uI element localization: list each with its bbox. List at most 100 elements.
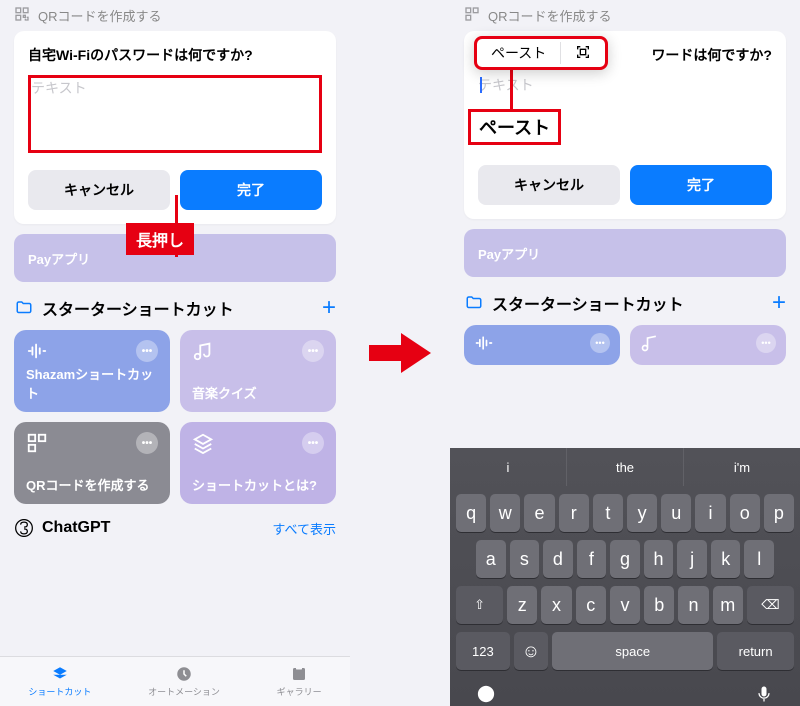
key-w[interactable]: w [490,494,520,532]
key-y[interactable]: y [627,494,657,532]
tab-gallery[interactable]: ギャラリー [277,665,322,698]
tile-whatis[interactable]: ••• ショートカットとは? [180,422,336,504]
key-u[interactable]: u [661,494,691,532]
key-l[interactable]: l [744,540,774,578]
tab-bar: ショートカット オートメーション ギャラリー [0,656,350,706]
tile-shazam[interactable]: ••• [464,325,620,365]
keyboard: i the i'm qwertyuiop asdfghjkl ⇧ zxcvbnm… [450,448,800,706]
return-key[interactable]: return [717,632,794,670]
folder-icon [464,294,484,312]
suggestion[interactable]: the [567,448,684,486]
more-icon[interactable]: ••• [136,340,158,362]
more-icon[interactable]: ••• [302,432,324,454]
paste-menu-item[interactable]: ペースト [477,43,560,63]
tab-label: ショートカット [28,685,91,698]
key-k[interactable]: k [711,540,741,578]
cancel-button[interactable]: キャンセル [28,170,170,210]
tile-music-quiz[interactable]: ••• [630,325,786,365]
key-j[interactable]: j [677,540,707,578]
key-x[interactable]: x [541,586,571,624]
folder-header[interactable]: スターターショートカット [464,291,684,315]
shift-key[interactable]: ⇧ [456,586,503,624]
key-n[interactable]: n [678,586,708,624]
key-p[interactable]: p [764,494,794,532]
folder-name: スターターショートカット [492,291,684,315]
suggestion[interactable]: i [450,448,567,486]
more-icon[interactable]: ••• [590,333,610,353]
suggestion-bar: i the i'm [450,448,800,486]
waveform-icon [26,340,48,362]
done-button[interactable]: 完了 [180,170,322,210]
more-icon[interactable]: ••• [136,432,158,454]
more-icon[interactable]: ••• [756,333,776,353]
prompt-card: 自宅Wi-Fiのパスワードは何ですか? キャンセル 完了 [14,31,336,224]
more-icon[interactable]: ••• [302,340,324,362]
folder-header[interactable]: スターターショートカット [14,296,234,320]
mic-icon[interactable] [754,684,774,706]
key-g[interactable]: g [610,540,640,578]
key-z[interactable]: z [507,586,537,624]
key-e[interactable]: e [524,494,554,532]
key-f[interactable]: f [577,540,607,578]
tile-label: ショートカットとは? [192,475,324,494]
waveform-icon [474,333,494,353]
key-i[interactable]: i [695,494,725,532]
pay-tile[interactable]: Payアプリ [464,229,786,277]
numbers-key[interactable]: 123 [456,632,510,670]
key-a[interactable]: a [476,540,506,578]
prompt-question: 自宅Wi-Fiのパスワードは何ですか? [28,45,322,65]
cancel-button[interactable]: キャンセル [478,165,620,205]
tile-music-quiz[interactable]: ••• 音楽クイズ [180,330,336,412]
key-t[interactable]: t [593,494,623,532]
add-button[interactable]: + [322,294,336,322]
tile-label: Shazamショートカット [26,364,158,402]
card-header: QRコードを作成する [0,0,350,31]
key-s[interactable]: s [510,540,540,578]
paste-popup: ペースト [474,36,608,70]
suggestion[interactable]: i'm [684,448,800,486]
delete-key[interactable]: ⌫ [747,586,794,624]
show-all-link[interactable]: すべて表示 [272,519,336,538]
callout-longpress: 長押し [126,223,194,255]
folder-name: スターターショートカット [42,296,234,320]
tile-shazam[interactable]: ••• Shazamショートカット [14,330,170,412]
qr-icon [26,432,48,454]
key-q[interactable]: q [456,494,486,532]
tab-label: オートメーション [148,685,220,698]
key-m[interactable]: m [713,586,743,624]
right-pane: QRコードを作成する ワードは何ですか? キャンセル 完了 ペースト ペースト … [450,0,800,706]
layers-icon [192,432,214,454]
card-title: QRコードを作成する [488,6,612,25]
globe-icon[interactable] [476,684,496,706]
text-input[interactable] [28,75,322,153]
music-icon [640,333,660,353]
key-d[interactable]: d [543,540,573,578]
qr-icon [14,6,30,25]
left-pane: QRコードを作成する 自宅Wi-Fiのパスワードは何ですか? キャンセル 完了 … [0,0,350,706]
key-c[interactable]: c [576,586,606,624]
card-title: QRコードを作成する [38,6,162,25]
tile-qr[interactable]: ••• QRコードを作成する [14,422,170,504]
emoji-key[interactable]: ☺ [514,632,549,670]
tab-shortcuts[interactable]: ショートカット [28,665,91,698]
space-key[interactable]: space [552,632,713,670]
folder-icon [14,299,34,317]
key-b[interactable]: b [644,586,674,624]
tile-label: QRコードを作成する [26,475,158,494]
key-o[interactable]: o [730,494,760,532]
done-button[interactable]: 完了 [630,165,772,205]
card-header: QRコードを作成する [450,0,800,31]
add-button[interactable]: + [772,289,786,317]
clock-icon [173,665,195,683]
text-caret [480,77,482,93]
key-h[interactable]: h [644,540,674,578]
key-r[interactable]: r [559,494,589,532]
tab-automation[interactable]: オートメーション [148,665,220,698]
scan-icon[interactable] [561,44,605,63]
qr-icon [464,6,480,25]
key-v[interactable]: v [610,586,640,624]
transition-arrow [350,0,450,706]
music-icon [192,340,214,362]
chatgpt-label[interactable]: ChatGPT [42,519,110,537]
tile-label: 音楽クイズ [192,383,324,402]
